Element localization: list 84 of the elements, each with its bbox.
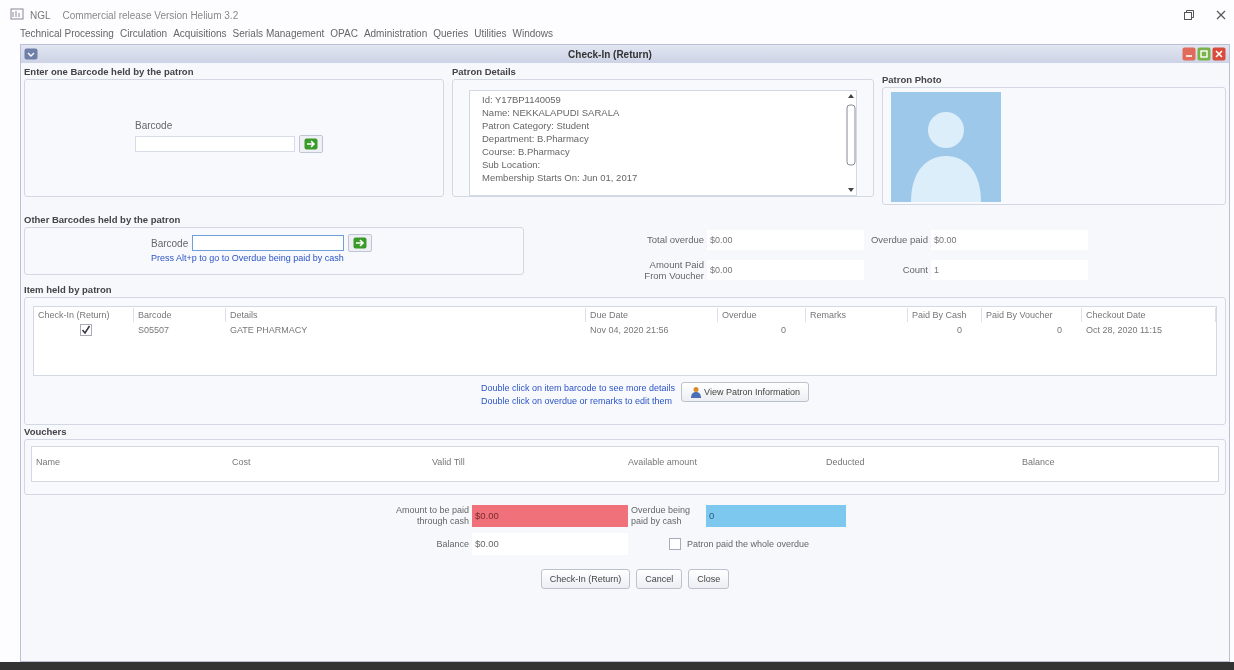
field-label: Total overdue: [645, 234, 704, 245]
column-header[interactable]: Due Date: [586, 307, 718, 322]
column-header[interactable]: Name: [32, 455, 228, 469]
dialog-button[interactable]: Check-In (Return): [540, 569, 631, 589]
field-label: Overdue paid: [869, 234, 928, 245]
column-header[interactable]: Paid By Cash: [908, 307, 982, 322]
column-header[interactable]: Details: [226, 307, 586, 322]
detail-line: Name: NEKKALAPUDI SARALA: [482, 106, 621, 119]
checkbox-label: Patron paid the whole overdue: [687, 539, 810, 549]
overdue-cash-field[interactable]: 0: [706, 505, 846, 527]
table-cell-text: 0: [780, 324, 787, 335]
column-header[interactable]: Remarks: [806, 307, 908, 322]
column-header[interactable]: Check-In (Return): [34, 307, 134, 322]
detail-line: Department: B.Pharmacy: [482, 132, 590, 145]
menu-item[interactable]: Administration: [363, 28, 428, 44]
close-icon[interactable]: [1212, 47, 1226, 61]
column-header[interactable]: Cost: [228, 455, 428, 469]
frame-menu-icon[interactable]: [24, 48, 38, 60]
detail-line: Id: Y17BP1140059: [482, 93, 562, 106]
menu-item[interactable]: Utilities: [474, 28, 507, 44]
value-field: 1: [931, 259, 1088, 280]
column-header[interactable]: Paid By Voucher: [982, 307, 1082, 322]
detail-line: Sub Location:: [482, 158, 542, 171]
dialog-title: Check-In (Return): [567, 48, 653, 60]
go-button[interactable]: [348, 234, 373, 252]
go-button[interactable]: [299, 135, 323, 153]
value-field: $0.00: [931, 229, 1088, 250]
table-cell-text: GATE PHARMACY: [229, 324, 309, 335]
view-patron-button[interactable]: View Patron Information: [681, 382, 809, 402]
minimize-icon[interactable]: [1182, 47, 1196, 61]
cash-amount-field[interactable]: $0.00: [472, 505, 628, 527]
menu-item[interactable]: Serials Management: [232, 28, 325, 44]
section-heading: Patron Details: [452, 65, 517, 79]
checkbox[interactable]: [80, 323, 92, 336]
menu-item[interactable]: Queries: [433, 28, 469, 44]
restore-icon[interactable]: [1184, 10, 1194, 20]
table-cell-text: Oct 28, 2020 11:15: [1085, 324, 1163, 335]
column-header[interactable]: Balance: [1018, 455, 1218, 469]
hint-text: Double click on item barcode to see more details: [481, 382, 676, 395]
column-header[interactable]: Deducted: [822, 455, 1018, 469]
field-label: Overdue being paid by cash: [631, 505, 692, 527]
detail-line: Membership Starts On: Jun 01, 2017: [482, 171, 639, 184]
section-heading: Item held by patron: [24, 283, 113, 297]
field-label: Amount Paid From Voucher: [644, 258, 704, 281]
field-label: Barcode: [151, 237, 189, 249]
column-header[interactable]: Valid Till: [428, 455, 624, 469]
hint-text: Press Alt+p to go to Overdue being paid by cash: [151, 252, 345, 265]
dialog-button[interactable]: Close: [688, 569, 730, 589]
hint-text: Double click on overdue or remarks to edit them: [481, 395, 674, 408]
person-icon: [690, 386, 703, 398]
menu-item[interactable]: Windows: [512, 28, 554, 44]
column-header[interactable]: Overdue: [718, 307, 806, 322]
close-icon[interactable]: [1216, 10, 1226, 20]
field-label: Amount to be paid through cash: [394, 505, 469, 527]
value-field: $0.00: [707, 259, 864, 280]
maximize-icon[interactable]: [1197, 47, 1211, 61]
value-field: $0.00: [707, 229, 864, 250]
detail-line: Patron Category: Student: [482, 119, 591, 132]
menu-item[interactable]: OPAC: [330, 28, 358, 44]
section-heading: Other Barcodes held by the patron: [24, 213, 182, 227]
checkbox[interactable]: [669, 538, 681, 550]
balance-field: $0.00: [472, 533, 628, 555]
column-header[interactable]: Checkout Date: [1082, 307, 1216, 322]
field-label: Count: [901, 264, 928, 275]
section-heading: Patron Photo: [882, 73, 943, 87]
section-heading: Vouchers: [24, 425, 68, 439]
app-title: NGL: [30, 9, 51, 21]
column-header[interactable]: Available amount: [624, 455, 822, 469]
menu-item[interactable]: Acquisitions: [173, 28, 227, 44]
menu-item[interactable]: Technical Processing: [20, 28, 114, 44]
field-label: Balance: [435, 538, 469, 550]
app-icon: [10, 8, 24, 22]
menu-item[interactable]: Circulation: [119, 28, 168, 44]
table-cell-text: 0: [1056, 324, 1063, 335]
section-heading: Enter one Barcode held by the patron: [24, 65, 195, 79]
detail-line: Course: B.Pharmacy: [482, 145, 571, 158]
column-header[interactable]: Barcode: [134, 307, 226, 322]
field-label: Barcode: [135, 120, 174, 131]
app-subtitle: Commercial release Version Helium 3.2: [62, 9, 239, 21]
table-cell-text: S05507: [137, 324, 171, 335]
barcode-field[interactable]: [192, 235, 345, 251]
table-cell-text: 0: [956, 324, 963, 335]
table-cell-text: Nov 04, 2020 21:56: [589, 324, 670, 335]
dialog-button[interactable]: Cancel: [636, 569, 683, 589]
